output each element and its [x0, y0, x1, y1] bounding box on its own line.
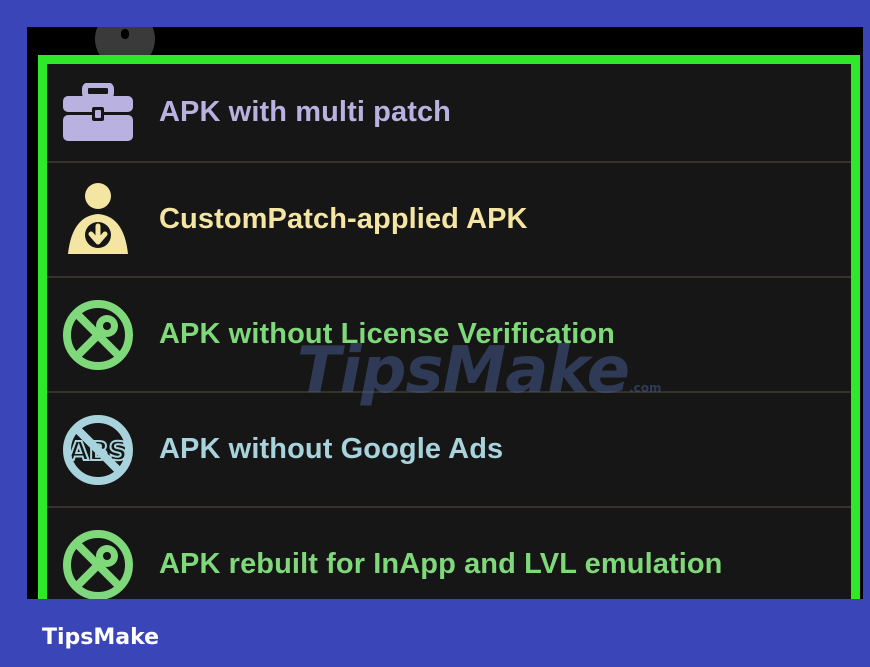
menu-item-no-license[interactable]: APK without License Verification — [47, 278, 851, 393]
menu-item-label: APK without License Verification — [159, 318, 615, 350]
menu-item-label: APK with multi patch — [159, 96, 451, 128]
menu-item-multi-patch[interactable]: APK with multi patch — [47, 64, 851, 163]
no-ads-icon: ABS — [59, 411, 137, 489]
no-key-icon — [59, 296, 137, 374]
user-download-icon — [59, 181, 137, 259]
toolbox-icon — [59, 74, 137, 152]
highlighted-menu-region: APK with multi patch CustomPatch-applied… — [38, 55, 860, 599]
menu-item-inapp-lvl[interactable]: APK rebuilt for InApp and LVL emulation — [47, 508, 851, 599]
no-key-icon — [59, 526, 137, 599]
menu-item-no-ads[interactable]: ABS APK without Google Ads — [47, 393, 851, 508]
footer-brand: TipsMake — [42, 625, 160, 650]
app-screen: APK with multi patch CustomPatch-applied… — [27, 27, 863, 599]
menu-item-label: APK rebuilt for InApp and LVL emulation — [159, 548, 723, 580]
menu-item-custom-patch[interactable]: CustomPatch-applied APK — [47, 163, 851, 278]
menu-item-label: CustomPatch-applied APK — [159, 203, 528, 235]
patch-options-list: APK with multi patch CustomPatch-applied… — [47, 64, 851, 599]
menu-item-label: APK without Google Ads — [159, 433, 504, 465]
